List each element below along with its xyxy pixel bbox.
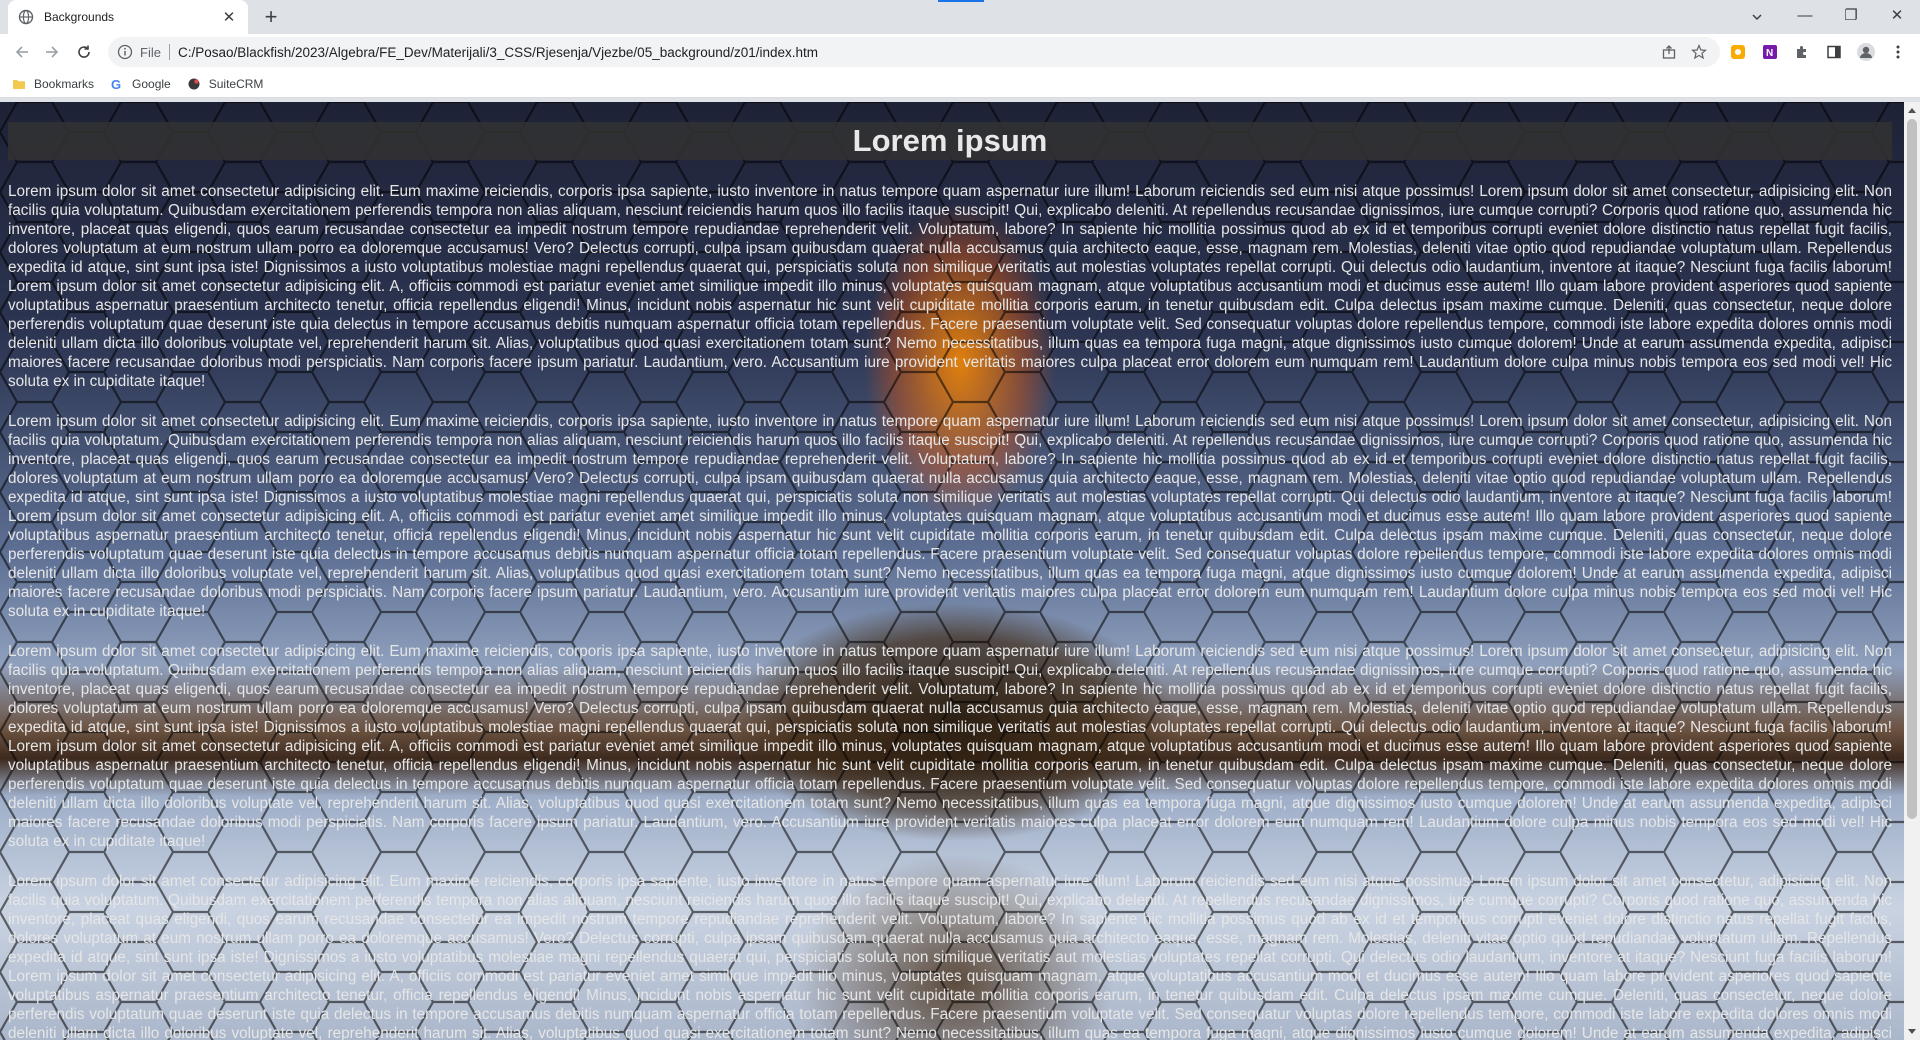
extension-yellow-icon[interactable] bbox=[1724, 38, 1752, 66]
window-controls: — ❐ ✕ bbox=[1782, 0, 1920, 34]
address-bar[interactable]: File C:/Posao/Blackfish/2023/Algebra/FE_… bbox=[108, 37, 1720, 67]
tab-title: Backgrounds bbox=[44, 10, 115, 24]
minimize-button[interactable]: — bbox=[1782, 0, 1828, 30]
restore-button[interactable]: ❐ bbox=[1828, 0, 1874, 30]
new-tab-button[interactable]: + bbox=[258, 5, 284, 31]
globe-icon bbox=[18, 9, 34, 25]
paragraph: Lorem ipsum dolor sit amet consectetur a… bbox=[8, 183, 1892, 390]
url-text[interactable]: C:/Posao/Blackfish/2023/Algebra/FE_Dev/M… bbox=[178, 45, 1652, 60]
svg-text:G: G bbox=[111, 77, 121, 91]
back-button[interactable] bbox=[8, 38, 36, 66]
browser-toolbar: File C:/Posao/Blackfish/2023/Algebra/FE_… bbox=[0, 34, 1920, 70]
paragraph: Lorem ipsum dolor sit amet consectetur a… bbox=[8, 413, 1892, 620]
onenote-extension-icon[interactable]: N bbox=[1756, 38, 1784, 66]
forward-button[interactable] bbox=[38, 38, 66, 66]
heading-bar: Lorem ipsum bbox=[8, 122, 1892, 160]
menu-kebab-icon[interactable] bbox=[1884, 38, 1912, 66]
svg-text:N: N bbox=[1766, 48, 1773, 59]
extensions-puzzle-icon[interactable] bbox=[1788, 38, 1816, 66]
bookmark-label: Google bbox=[132, 76, 171, 91]
folder-icon bbox=[12, 77, 26, 91]
scrollbar-thumb[interactable] bbox=[1907, 119, 1917, 819]
url-scheme: File bbox=[140, 44, 161, 60]
page-title: Lorem ipsum bbox=[852, 123, 1048, 158]
side-panel-icon[interactable] bbox=[1820, 38, 1848, 66]
bookmark-star-icon[interactable] bbox=[1686, 39, 1712, 65]
share-icon[interactable] bbox=[1656, 39, 1682, 65]
tab-backgrounds[interactable]: Backgrounds ✕ bbox=[8, 0, 248, 34]
url-separator bbox=[168, 44, 170, 60]
bookmark-label: Bookmarks bbox=[34, 76, 95, 91]
arrow-left-icon bbox=[15, 46, 28, 58]
bookmarks-bar: Bookmarks G Google SuiteCRM bbox=[0, 70, 1920, 98]
tab-strip: Backgrounds ✕ + — ❐ ✕ bbox=[0, 0, 1920, 34]
arrow-right-icon bbox=[46, 46, 59, 58]
page-viewport: Lorem ipsum Lorem ipsum dolor sit amet c… bbox=[0, 102, 1904, 1040]
bookmark-item-google[interactable]: G Google bbox=[110, 77, 171, 91]
tab-close-icon[interactable]: ✕ bbox=[220, 8, 238, 26]
bookmark-item-bookmarks[interactable]: Bookmarks bbox=[12, 77, 94, 91]
tab-strip-indicator bbox=[938, 0, 984, 2]
suitecrm-icon bbox=[187, 77, 201, 91]
profile-avatar-icon[interactable] bbox=[1852, 38, 1880, 66]
paragraph: Lorem ipsum dolor sit amet consectetur a… bbox=[8, 873, 1892, 1040]
paragraph: Lorem ipsum dolor sit amet consectetur a… bbox=[8, 643, 1892, 850]
scroll-up-icon[interactable] bbox=[1904, 102, 1920, 118]
page-content: Lorem ipsum Lorem ipsum dolor sit amet c… bbox=[8, 122, 1892, 1040]
chevron-down-icon bbox=[1752, 14, 1762, 21]
vertical-scrollbar[interactable] bbox=[1904, 102, 1920, 1040]
reload-icon bbox=[78, 45, 90, 58]
scroll-down-icon[interactable] bbox=[1904, 1024, 1920, 1040]
google-icon: G bbox=[110, 77, 124, 91]
tab-search-button[interactable] bbox=[1742, 2, 1772, 32]
bookmark-label: SuiteCRM bbox=[208, 76, 264, 91]
bookmark-item-suitecrm[interactable]: SuiteCRM bbox=[187, 76, 264, 91]
reload-button[interactable] bbox=[70, 38, 98, 66]
info-icon[interactable] bbox=[116, 43, 134, 61]
close-window-button[interactable]: ✕ bbox=[1874, 0, 1920, 30]
